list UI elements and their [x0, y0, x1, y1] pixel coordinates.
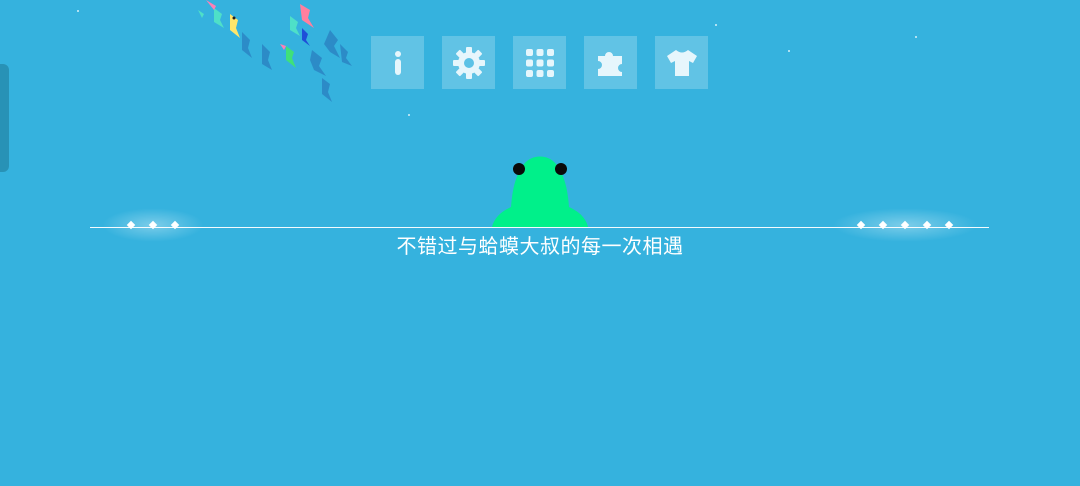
puzzle-button[interactable]: [584, 36, 637, 89]
info-icon: [394, 50, 401, 75]
right-dot-cluster: [832, 208, 978, 242]
star-dot: [900, 220, 910, 230]
star-dot: [856, 220, 866, 230]
skins-button[interactable]: [655, 36, 708, 89]
settings-button[interactable]: [442, 36, 495, 89]
status-bar: [0, 0, 1080, 14]
star-dot: [878, 220, 888, 230]
fish-school: [198, 0, 352, 102]
game-scene: 不错过与蛤蟆大叔的每一次相遇: [0, 0, 1080, 486]
sparkle: [915, 36, 917, 38]
info-button[interactable]: [371, 36, 424, 89]
gear-icon: [452, 46, 485, 79]
frog-right-leg: [566, 206, 588, 227]
star-dot: [944, 220, 954, 230]
left-dot-cluster: [102, 208, 204, 242]
frog-right-eye: [555, 163, 567, 175]
frog-character[interactable]: [488, 150, 592, 228]
side-drawer-handle[interactable]: [0, 64, 9, 172]
sparkle: [408, 114, 410, 116]
star-dot: [148, 220, 158, 230]
tagline-text: 不错过与蛤蟆大叔的每一次相遇: [396, 234, 684, 258]
sparkle: [77, 10, 79, 12]
star-dot: [126, 220, 136, 230]
sparkle: [715, 24, 717, 26]
star-dot: [170, 220, 180, 230]
star-dot: [922, 220, 932, 230]
levels-button[interactable]: [513, 36, 566, 89]
frog-left-leg: [492, 206, 514, 227]
frog-left-eye: [513, 163, 525, 175]
puzzle-icon: [597, 51, 622, 76]
colorful-fish: [198, 0, 314, 68]
tshirt-icon: [666, 49, 697, 76]
fish-shadows: [242, 30, 352, 102]
sparkle: [788, 50, 790, 52]
grid-icon: [525, 48, 554, 77]
top-toolbar: [371, 36, 708, 89]
